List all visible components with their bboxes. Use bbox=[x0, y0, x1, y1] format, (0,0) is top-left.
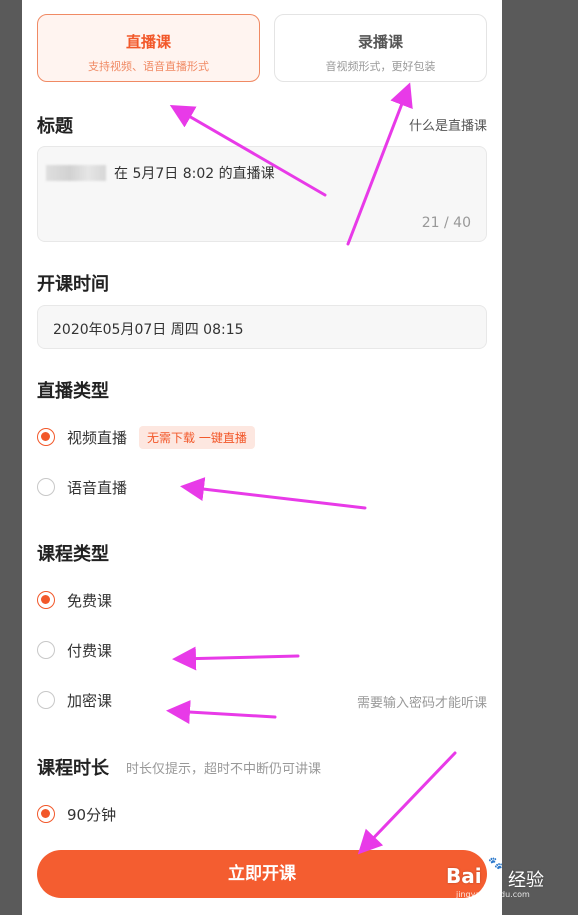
live-type-option-audio[interactable]: 语音直播 bbox=[37, 476, 127, 498]
start-time-heading: 开课时间 bbox=[37, 274, 109, 295]
start-time-field[interactable]: 2020年05月07日 周四 08:15 bbox=[37, 305, 487, 349]
live-type-heading: 直播类型 bbox=[37, 381, 109, 402]
duration-heading: 课程时长 bbox=[37, 758, 109, 779]
title-textarea[interactable]: 在 5月7日 8:02 的直播课 21 / 40 bbox=[37, 146, 487, 242]
encrypted-hint: 需要输入密码才能听课 bbox=[356, 696, 487, 711]
radio-selected-icon[interactable] bbox=[37, 591, 55, 609]
live-course-title: 直播课 bbox=[125, 33, 171, 51]
title-heading: 标题 bbox=[37, 116, 73, 137]
recorded-course-title: 录播课 bbox=[357, 33, 403, 51]
radio-unselected-icon[interactable] bbox=[37, 691, 55, 709]
redacted-name bbox=[46, 165, 106, 181]
course-type-option-paid[interactable]: 付费课 bbox=[37, 639, 112, 661]
what-is-live-link[interactable]: 什么是直播课 bbox=[409, 115, 487, 134]
no-download-badge: 无需下载 一键直播 bbox=[139, 425, 255, 449]
course-type-option-free[interactable]: 免费课 bbox=[37, 589, 112, 611]
title-value: 在 5月7日 8:02 的直播课 bbox=[114, 166, 275, 182]
live-type-audio-label: 语音直播 bbox=[67, 478, 128, 497]
watermark-url: jingyan.baidu.com bbox=[456, 890, 530, 899]
live-course-card[interactable]: 直播课 支持视频、语音直播形式 bbox=[37, 14, 260, 82]
start-time-value: 2020年05月07日 周四 08:15 bbox=[53, 322, 244, 338]
baidu-jingyan-watermark: 🐾 Bai 经验 jingyan.baidu.com bbox=[446, 856, 566, 899]
duration-option-90[interactable]: 90分钟 bbox=[37, 803, 116, 825]
live-type-video-label: 视频直播 bbox=[67, 428, 128, 447]
duration-hint: 时长仅提示，超时不中断仍可讲课 bbox=[126, 762, 322, 777]
watermark-brand: Bai bbox=[446, 864, 482, 888]
radio-unselected-icon[interactable] bbox=[37, 478, 55, 496]
paw-icon: 🐾 bbox=[488, 856, 503, 870]
radio-selected-icon[interactable] bbox=[37, 428, 55, 446]
live-course-subtitle: 支持视频、语音直播形式 bbox=[88, 60, 209, 73]
course-type-option-encrypted[interactable]: 加密课 bbox=[37, 689, 112, 711]
radio-selected-icon[interactable] bbox=[37, 805, 55, 823]
course-type-free-label: 免费课 bbox=[67, 591, 113, 610]
radio-unselected-icon[interactable] bbox=[37, 641, 55, 659]
course-type-heading: 课程类型 bbox=[37, 544, 109, 565]
start-course-button[interactable]: 立即开课 bbox=[37, 850, 487, 898]
course-type-paid-label: 付费课 bbox=[67, 641, 113, 660]
create-course-panel: 直播课 支持视频、语音直播形式 录播课 音视频形式，更好包装 标题 什么是直播课… bbox=[22, 0, 502, 915]
live-type-option-video[interactable]: 视频直播 无需下载 一键直播 bbox=[37, 425, 255, 449]
recorded-course-card[interactable]: 录播课 音视频形式，更好包装 bbox=[274, 14, 487, 82]
watermark-brand-suffix: 经验 bbox=[508, 870, 544, 891]
course-type-encrypted-label: 加密课 bbox=[67, 691, 113, 710]
title-char-counter: 21 / 40 bbox=[421, 215, 471, 231]
duration-90-label: 90分钟 bbox=[67, 805, 117, 824]
recorded-course-subtitle: 音视频形式，更好包装 bbox=[325, 60, 436, 73]
